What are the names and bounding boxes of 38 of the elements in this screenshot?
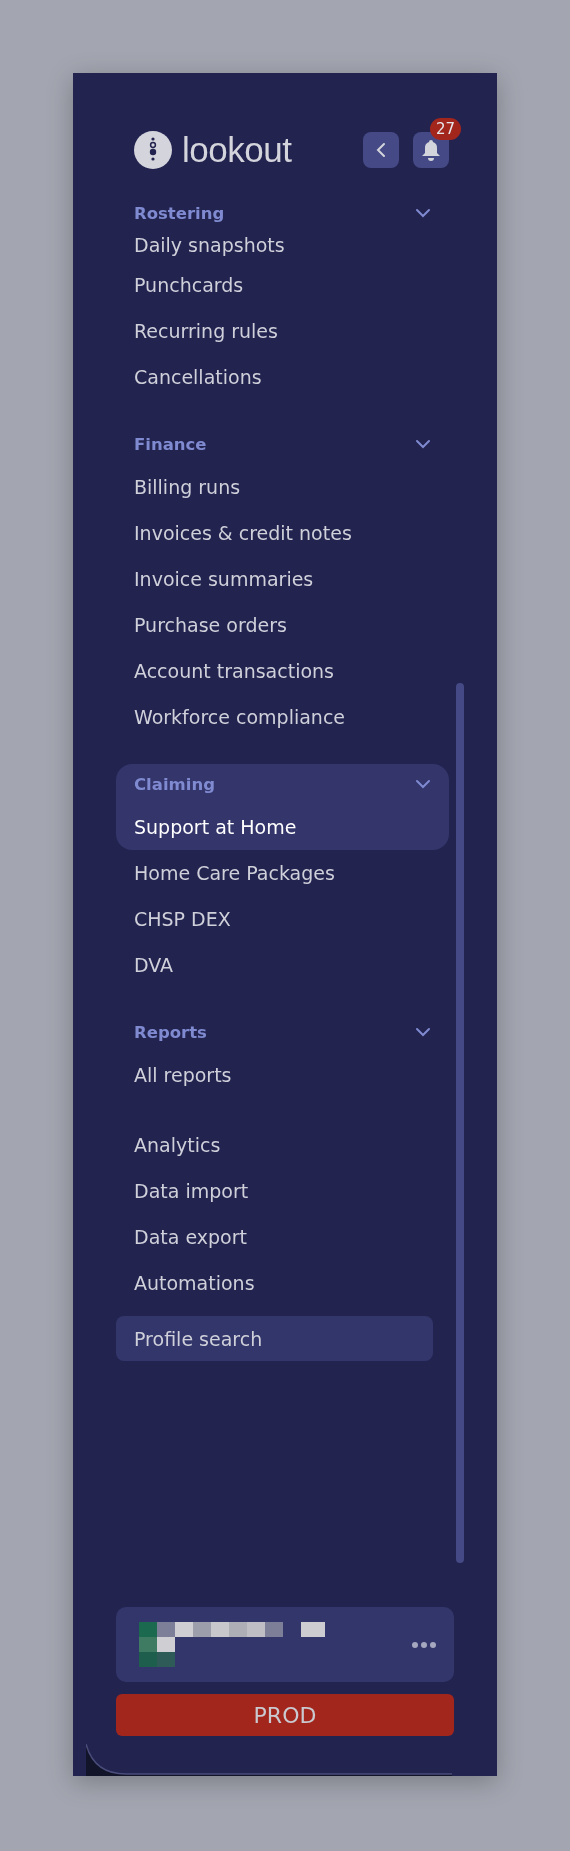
nav-item[interactable]: Analytics xyxy=(134,1122,431,1168)
user-card[interactable] xyxy=(116,1607,454,1682)
nav-item[interactable]: Account transactions xyxy=(134,648,431,694)
nav-item[interactable]: Punchcards xyxy=(134,262,431,308)
nav-item[interactable]: Daily snapshots xyxy=(134,228,431,262)
nav-item[interactable]: Billing runs xyxy=(134,464,431,510)
nav-item[interactable]: Cancellations xyxy=(134,354,431,400)
brand-name: lookout xyxy=(182,130,292,170)
nav-item[interactable]: Workforce compliance xyxy=(134,694,431,740)
nav-item[interactable]: Data import xyxy=(134,1168,431,1214)
chevron-icon[interactable] xyxy=(415,439,431,449)
section-header[interactable]: Rostering xyxy=(134,203,225,223)
nav-item[interactable]: Support at Home xyxy=(134,804,431,850)
nav-item[interactable]: Recurring rules xyxy=(134,308,431,354)
nav-item[interactable]: Home Care Packages xyxy=(134,850,431,896)
section-header[interactable]: Reports xyxy=(134,1022,207,1042)
scrollbar[interactable] xyxy=(456,683,464,1563)
chevron-left-icon xyxy=(376,142,386,158)
profile-search-button[interactable]: Profile search xyxy=(116,1316,433,1361)
nav-item[interactable]: Automations xyxy=(134,1260,431,1306)
nav-item[interactable]: Data export xyxy=(134,1214,431,1260)
nav-item[interactable]: Purchase orders xyxy=(134,602,431,648)
more-icon[interactable] xyxy=(412,1641,436,1648)
collapse-button[interactable] xyxy=(363,132,399,168)
notification-count: 27 xyxy=(429,118,461,140)
chevron-icon[interactable] xyxy=(415,779,431,789)
nav-item[interactable]: DVA xyxy=(134,942,431,988)
chevron-icon[interactable] xyxy=(415,208,431,218)
nav-item[interactable]: All reports xyxy=(134,1052,431,1098)
notifications-button[interactable] xyxy=(413,132,449,168)
environment-badge: PROD xyxy=(116,1694,454,1736)
nav-item[interactable]: Invoice summaries xyxy=(134,556,431,602)
nav-item[interactable]: CHSP DEX xyxy=(134,896,431,942)
chevron-icon[interactable] xyxy=(415,1027,431,1037)
nav-item[interactable]: Invoices & credit notes xyxy=(134,510,431,556)
bell-icon xyxy=(421,139,441,161)
section-header[interactable]: Finance xyxy=(134,434,207,454)
logo-icon xyxy=(134,131,172,169)
